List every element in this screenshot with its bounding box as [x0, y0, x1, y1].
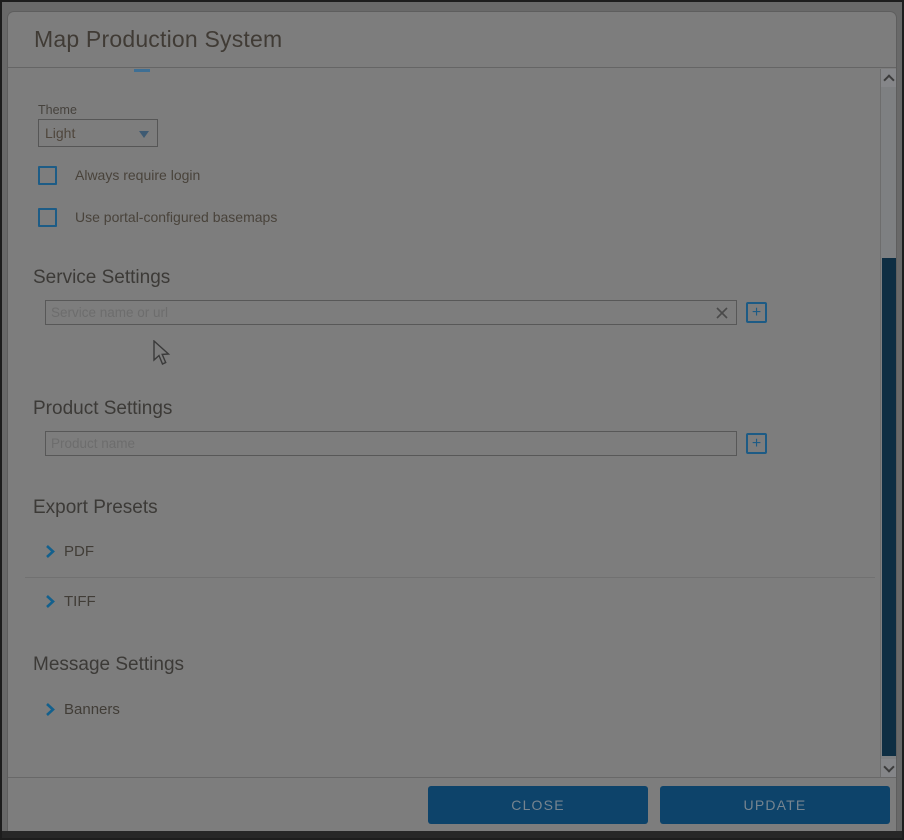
- dialog-title: Map Production System: [34, 26, 282, 53]
- chevron-up-icon: [883, 74, 894, 85]
- theme-label: Theme: [38, 103, 77, 117]
- add-service-button[interactable]: +: [746, 302, 767, 323]
- chevron-right-icon: [45, 702, 55, 717]
- product-settings-heading: Product Settings: [33, 398, 172, 420]
- product-name-input[interactable]: [46, 432, 736, 455]
- scrollbar-thumb[interactable]: [882, 258, 896, 756]
- export-preset-label: PDF: [64, 543, 94, 560]
- product-input-wrap: [45, 431, 737, 456]
- chevron-right-icon: [45, 594, 55, 609]
- message-setting-label: Banners: [64, 701, 120, 718]
- portal-basemaps-label[interactable]: Use portal-configured basemaps: [75, 209, 277, 225]
- dialog-footer: CLOSE UPDATE: [8, 777, 896, 832]
- theme-select[interactable]: Light: [38, 119, 158, 147]
- vertical-scrollbar[interactable]: [880, 69, 896, 777]
- preset-divider: [25, 577, 875, 578]
- service-input-wrap: [45, 300, 737, 325]
- always-login-label[interactable]: Always require login: [75, 167, 200, 183]
- product-input-row: +: [45, 431, 767, 456]
- message-settings-heading: Message Settings: [33, 654, 184, 676]
- export-preset-pdf[interactable]: PDF: [45, 540, 94, 562]
- update-button[interactable]: UPDATE: [660, 786, 890, 824]
- chevron-down-icon: [883, 761, 894, 772]
- service-settings-heading: Service Settings: [33, 267, 170, 289]
- scrolled-out-element: [134, 69, 150, 72]
- plus-icon: +: [752, 436, 761, 452]
- checkbox-row-always-login: Always require login: [38, 165, 200, 185]
- clear-icon[interactable]: [715, 306, 729, 320]
- chevron-right-icon: [45, 544, 55, 559]
- scroll-down-button[interactable]: [881, 759, 896, 777]
- dialog-header: Map Production System: [8, 12, 896, 68]
- export-preset-label: TIFF: [64, 593, 96, 610]
- export-presets-heading: Export Presets: [33, 497, 158, 519]
- service-input-row: +: [45, 300, 767, 325]
- dialog-scroll-content: Theme Light Always require login Use por…: [8, 69, 896, 777]
- checkbox-row-portal-basemaps: Use portal-configured basemaps: [38, 207, 277, 227]
- close-button[interactable]: CLOSE: [428, 786, 648, 824]
- mouse-cursor: [152, 340, 172, 367]
- add-product-button[interactable]: +: [746, 433, 767, 454]
- map-production-system-dialog: Map Production System Theme Light Always…: [8, 12, 896, 832]
- bottom-strip: [2, 831, 902, 838]
- service-name-input[interactable]: [46, 301, 736, 324]
- portal-basemaps-checkbox[interactable]: [38, 208, 57, 227]
- screen: Map Production System Theme Light Always…: [0, 0, 904, 840]
- export-preset-tiff[interactable]: TIFF: [45, 590, 96, 612]
- plus-icon: +: [752, 305, 761, 321]
- theme-selected-value: Light: [45, 125, 75, 141]
- scroll-up-button[interactable]: [881, 69, 896, 87]
- message-setting-banners[interactable]: Banners: [45, 698, 120, 720]
- always-login-checkbox[interactable]: [38, 166, 57, 185]
- caret-down-icon: [139, 131, 149, 138]
